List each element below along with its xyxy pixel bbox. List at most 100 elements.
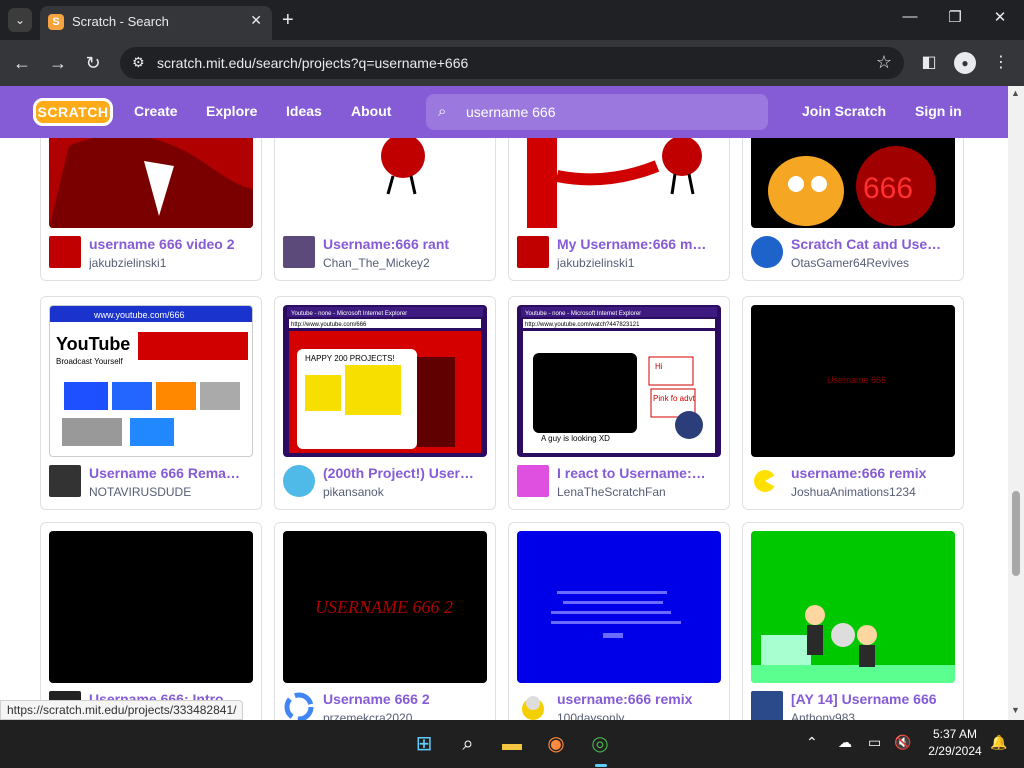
scratch-search-bar[interactable]: ⌕ username 666 [426,94,768,130]
project-card[interactable]: 666 Scratch Cat and Use… OtasGamer64Revi… [742,138,964,281]
project-author[interactable]: NOTAVIRUSDUDE [89,485,257,499]
join-scratch-link[interactable]: Join Scratch [802,103,886,119]
author-avatar[interactable] [517,465,549,497]
project-title[interactable]: username:666 remix [791,465,959,481]
project-title[interactable]: username:666 remix [557,691,725,707]
close-window-button[interactable]: ✕ [988,8,1012,26]
tab-search-icon[interactable]: ⌄ [8,8,32,32]
project-author[interactable]: 100daysonly [557,711,725,720]
project-thumbnail[interactable]: www.youtube.com/666 YouTube Broadcast Yo… [49,305,253,457]
project-author[interactable]: jakubzielinski1 [557,256,725,270]
author-avatar[interactable] [517,691,549,720]
project-title[interactable]: Scratch Cat and Use… [791,236,959,252]
google-avatar-icon[interactable] [283,691,315,720]
project-title[interactable]: My Username:666 m… [557,236,725,252]
author-avatar[interactable] [751,236,783,268]
reload-icon[interactable]: ↻ [80,50,106,76]
project-card[interactable]: USERNAME 666 2 Username 666 2 przemekcra… [274,522,496,720]
network-icon[interactable]: ▭ [868,734,881,751]
notification-bell-icon[interactable]: 🔔 [990,734,1007,751]
url-text[interactable]: scratch.mit.edu/search/projects?q=userna… [157,55,468,71]
project-author[interactable]: przemekcra2020 [323,711,491,720]
taskbar-clock[interactable]: 5:37 AM 2/29/2024 [920,726,990,760]
project-author[interactable]: JoshuaAnimations1234 [791,485,959,499]
address-bar[interactable]: ⚙ scratch.mit.edu/search/projects?q=user… [120,47,904,79]
project-title[interactable]: Username 666 Rema… [89,465,257,481]
project-thumbnail[interactable]: 666 [751,138,955,228]
project-title[interactable]: I react to Username:… [557,465,725,481]
nav-explore[interactable]: Explore [206,103,257,119]
sign-in-link[interactable]: Sign in [915,103,962,119]
author-avatar[interactable] [49,236,81,268]
project-thumbnail[interactable] [517,531,721,683]
new-tab-button[interactable]: + [282,8,294,32]
author-avatar[interactable] [751,691,783,720]
project-thumbnail[interactable] [49,531,253,683]
search-taskbar-icon[interactable]: ⌕ [452,728,484,760]
author-avatar[interactable] [283,465,315,497]
project-thumbnail[interactable]: Youtube - none - Microsoft Internet Expl… [283,305,487,457]
project-title[interactable]: (200th Project!) User… [323,465,491,481]
project-thumbnail[interactable]: USERNAME 666 2 [283,531,487,683]
menu-kebab-icon[interactable]: ⋮ [990,52,1012,74]
tab-close-icon[interactable]: ✕ [250,12,262,29]
minimize-button[interactable]: — [898,8,922,25]
site-info-icon[interactable]: ⚙ [132,54,145,71]
back-arrow-icon[interactable]: ← [9,50,35,76]
project-author[interactable]: OtasGamer64Revives [791,256,959,270]
scratch-logo[interactable]: SCRATCH [33,98,113,126]
project-thumbnail[interactable]: Youtube - none - Microsoft Internet Expl… [517,305,721,457]
author-avatar[interactable] [751,465,783,497]
nav-create[interactable]: Create [134,103,178,119]
volume-muted-icon[interactable]: 🔇 [894,734,911,751]
project-thumbnail[interactable] [283,138,487,228]
scroll-down-arrow-icon[interactable]: ▼ [1011,705,1020,715]
scroll-thumb[interactable] [1012,491,1020,576]
restore-button[interactable]: ❐ [943,8,967,26]
search-input[interactable]: username 666 [466,104,556,120]
profile-avatar-icon[interactable]: ● [954,52,976,74]
project-card[interactable]: username 666 video 2 jakubzielinski1 [40,138,262,281]
project-card[interactable]: Youtube - none - Microsoft Internet Expl… [508,296,730,510]
project-title[interactable]: username 666 video 2 [89,236,257,252]
ie-url-text: http://www.youtube.com/watch?447823121 [525,322,640,328]
page-scrollbar[interactable]: ▲ ▼ [1008,86,1024,720]
project-author[interactable]: Chan_The_Mickey2 [323,256,491,270]
firefox-icon[interactable]: ◉ [540,728,572,760]
project-author[interactable]: LenaTheScratchFan [557,485,725,499]
project-card[interactable]: Username:666 rant Chan_The_Mickey2 [274,138,496,281]
project-title[interactable]: Username 666 2 [323,691,491,707]
browser-titlebar: ⌄ S Scratch - Search ✕ + — ❐ ✕ [0,0,1024,40]
nav-ideas[interactable]: Ideas [286,103,322,119]
author-avatar[interactable] [49,465,81,497]
project-title[interactable]: Username:666 rant [323,236,491,252]
project-thumbnail[interactable] [49,138,253,228]
chrome-icon[interactable]: ◎ [584,728,616,760]
forward-arrow-icon[interactable]: → [45,50,71,76]
file-explorer-icon[interactable]: ▬ [496,728,528,760]
project-card[interactable]: username:666 remix 100daysonly [508,522,730,720]
project-card[interactable]: [AY 14] Username 666 Anthony983 [742,522,964,720]
project-card[interactable]: Username 666 username:666 remix JoshuaAn… [742,296,964,510]
author-avatar[interactable] [283,236,315,268]
project-author[interactable]: Anthony983 [791,711,959,720]
scroll-up-arrow-icon[interactable]: ▲ [1011,88,1020,98]
bookmark-star-icon[interactable]: ☆ [876,52,892,73]
project-card[interactable]: www.youtube.com/666 YouTube Broadcast Yo… [40,296,262,510]
nav-about[interactable]: About [351,103,391,119]
project-author[interactable]: jakubzielinski1 [89,256,257,270]
project-thumbnail[interactable] [517,138,721,228]
project-thumbnail[interactable]: Username 666 [751,305,955,457]
side-panel-icon[interactable]: ◧ [918,52,940,74]
project-card[interactable]: Youtube - none - Microsoft Internet Expl… [274,296,496,510]
tray-chevron-icon[interactable]: ⌃ [806,734,818,751]
start-windows-icon[interactable]: ⊞ [408,728,440,760]
project-thumbnail[interactable] [751,531,955,683]
onedrive-icon[interactable]: ☁ [838,734,852,751]
author-avatar[interactable] [517,236,549,268]
project-card[interactable]: My Username:666 m… jakubzielinski1 [508,138,730,281]
project-author[interactable]: pikansanok [323,485,491,499]
tab-scratch-search[interactable]: S Scratch - Search ✕ [40,6,272,40]
project-card[interactable]: Username 666: Intro… [40,522,262,720]
project-title[interactable]: [AY 14] Username 666 [791,691,959,707]
